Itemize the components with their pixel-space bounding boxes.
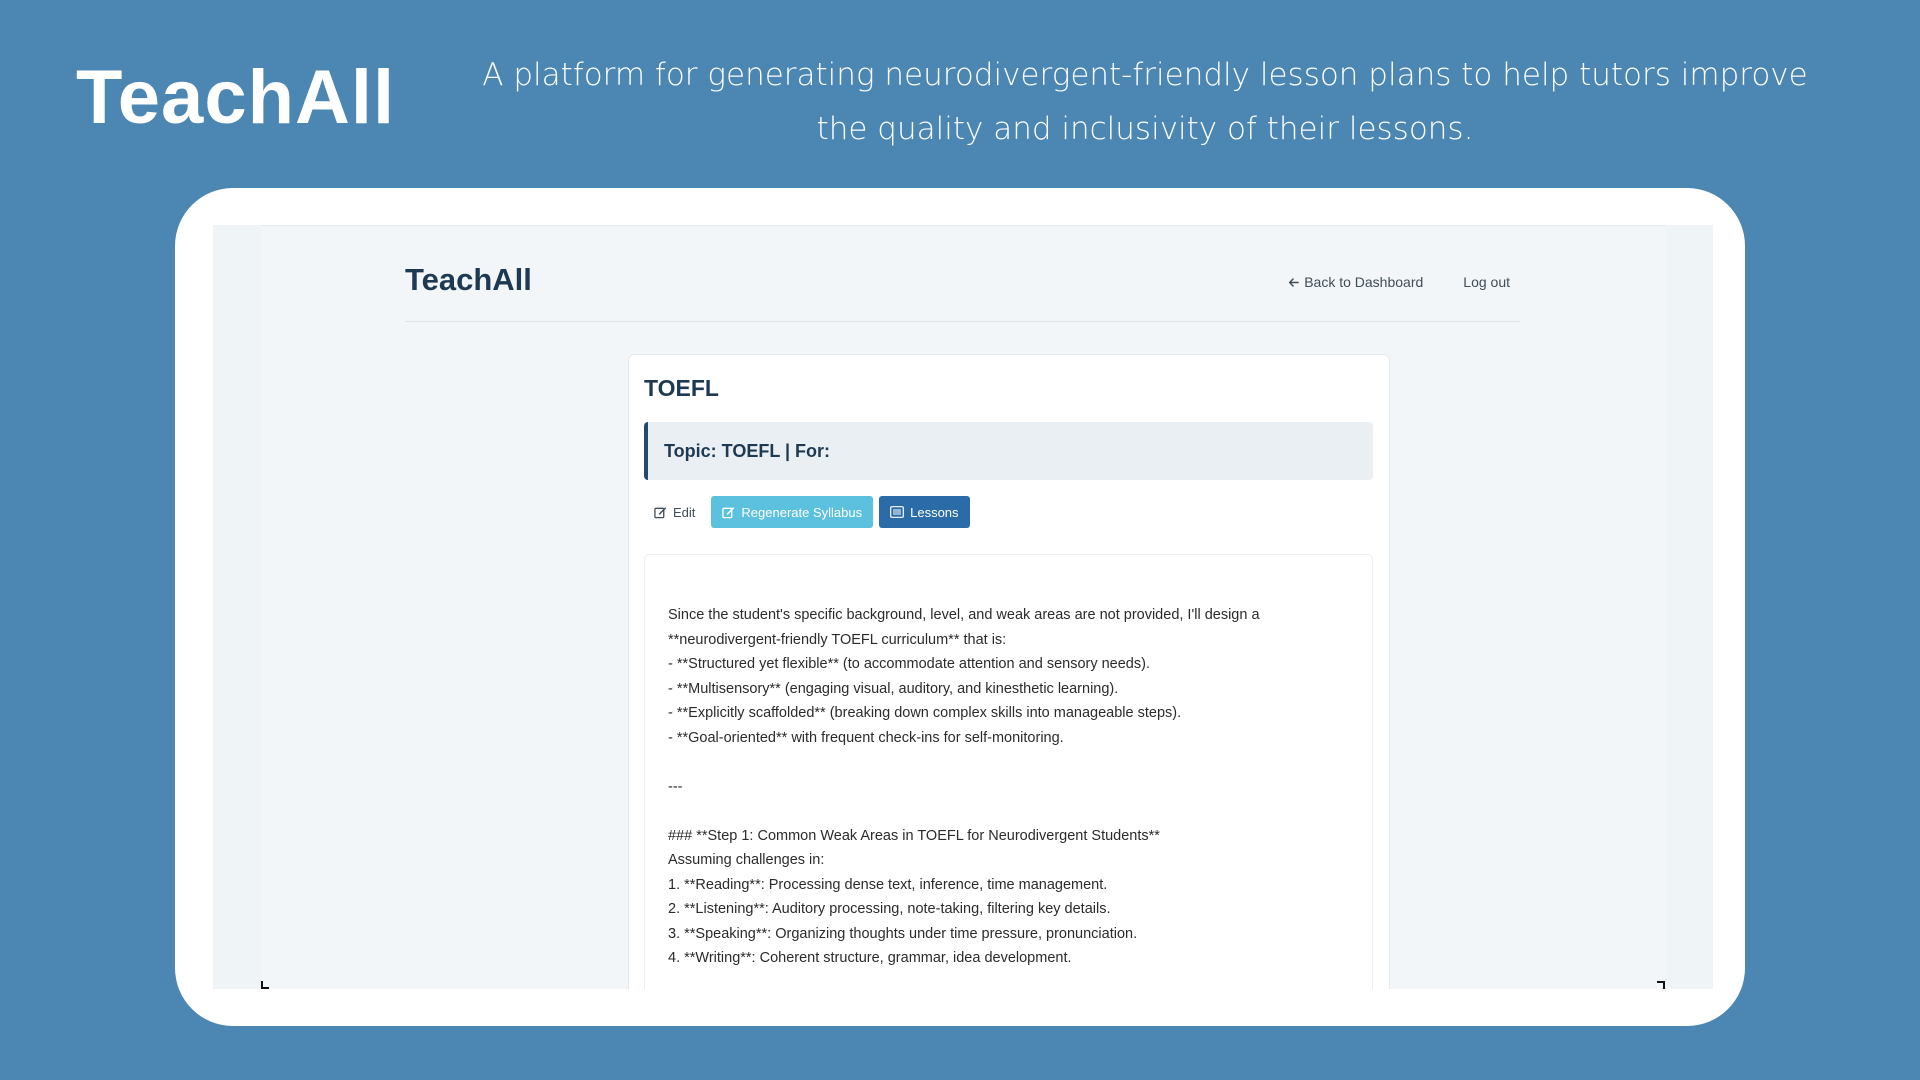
content-line: 4. **Writing**: Coherent structure, gram… (668, 950, 1072, 966)
app-screenshot: TeachAll Back to Dashboard Log out TOEFL… (213, 225, 1713, 989)
content-line (668, 750, 1349, 775)
logout-link[interactable]: Log out (1463, 274, 1510, 290)
content-line (668, 799, 1349, 824)
lessons-button[interactable]: Lessons (879, 496, 970, 528)
regenerate-syllabus-button[interactable]: Regenerate Syllabus (711, 496, 874, 528)
back-to-dashboard-link[interactable]: Back to Dashboard (1288, 274, 1423, 290)
content-line: - **Multisensory** (engaging visual, aud… (668, 680, 1119, 697)
crop-corner-right (1657, 981, 1665, 989)
edit-button[interactable]: Edit (644, 496, 705, 528)
regenerate-syllabus-label: Regenerate Syllabus (741, 504, 863, 520)
topic-banner: Topic: TOEFL | For: (644, 422, 1373, 480)
brand-title: TeachAll (76, 55, 396, 140)
syllabus-card: TOEFL Topic: TOEFL | For: Edit Regenerat… (628, 354, 1390, 989)
tagline: A platform for generating neurodivergent… (482, 57, 1808, 147)
header-divider (405, 321, 1520, 322)
screenshot-frame: TeachAll Back to Dashboard Log out TOEFL… (175, 188, 1745, 1026)
lessons-label: Lessons (910, 504, 959, 520)
app-logo[interactable]: TeachAll (405, 262, 532, 298)
edit-label: Edit (673, 504, 696, 520)
list-icon (890, 506, 905, 518)
syllabus-content: Since the student's specific background,… (644, 554, 1373, 989)
back-to-dashboard-label: Back to Dashboard (1304, 274, 1424, 290)
edit-icon (722, 506, 735, 519)
edit-icon (654, 506, 667, 519)
content-line: **neurodivergent-friendly TOEFL curricul… (668, 631, 1007, 648)
crop-corner-left (261, 981, 269, 989)
content-line: --- (668, 778, 683, 795)
top-nav: Back to Dashboard Log out (1288, 274, 1510, 290)
content-line: - **Structured yet flexible** (to accomm… (668, 656, 1150, 672)
content-line: - **Explicitly scaffolded** (breaking do… (668, 705, 1182, 721)
content-line: - **Goal-oriented** with frequent check-… (668, 729, 1064, 746)
content-line: 3. **Speaking**: Organizing thoughts und… (668, 925, 1138, 942)
action-bar: Edit Regenerate Syllabus Lessons (644, 496, 970, 528)
content-line: Assuming challenges in: (668, 852, 825, 868)
content-line: 2. **Listening**: Auditory processing, n… (668, 901, 1111, 917)
logout-label: Log out (1463, 274, 1510, 290)
content-line: Since the student's specific background,… (668, 607, 1260, 623)
app-window: TeachAll Back to Dashboard Log out TOEFL… (261, 225, 1665, 989)
content-line: 1. **Reading**: Processing dense text, i… (668, 876, 1108, 893)
content-line: ### **Step 1: Common Weak Areas in TOEFL… (668, 827, 1160, 844)
course-title: TOEFL (644, 375, 719, 401)
arrow-left-icon (1288, 277, 1300, 288)
